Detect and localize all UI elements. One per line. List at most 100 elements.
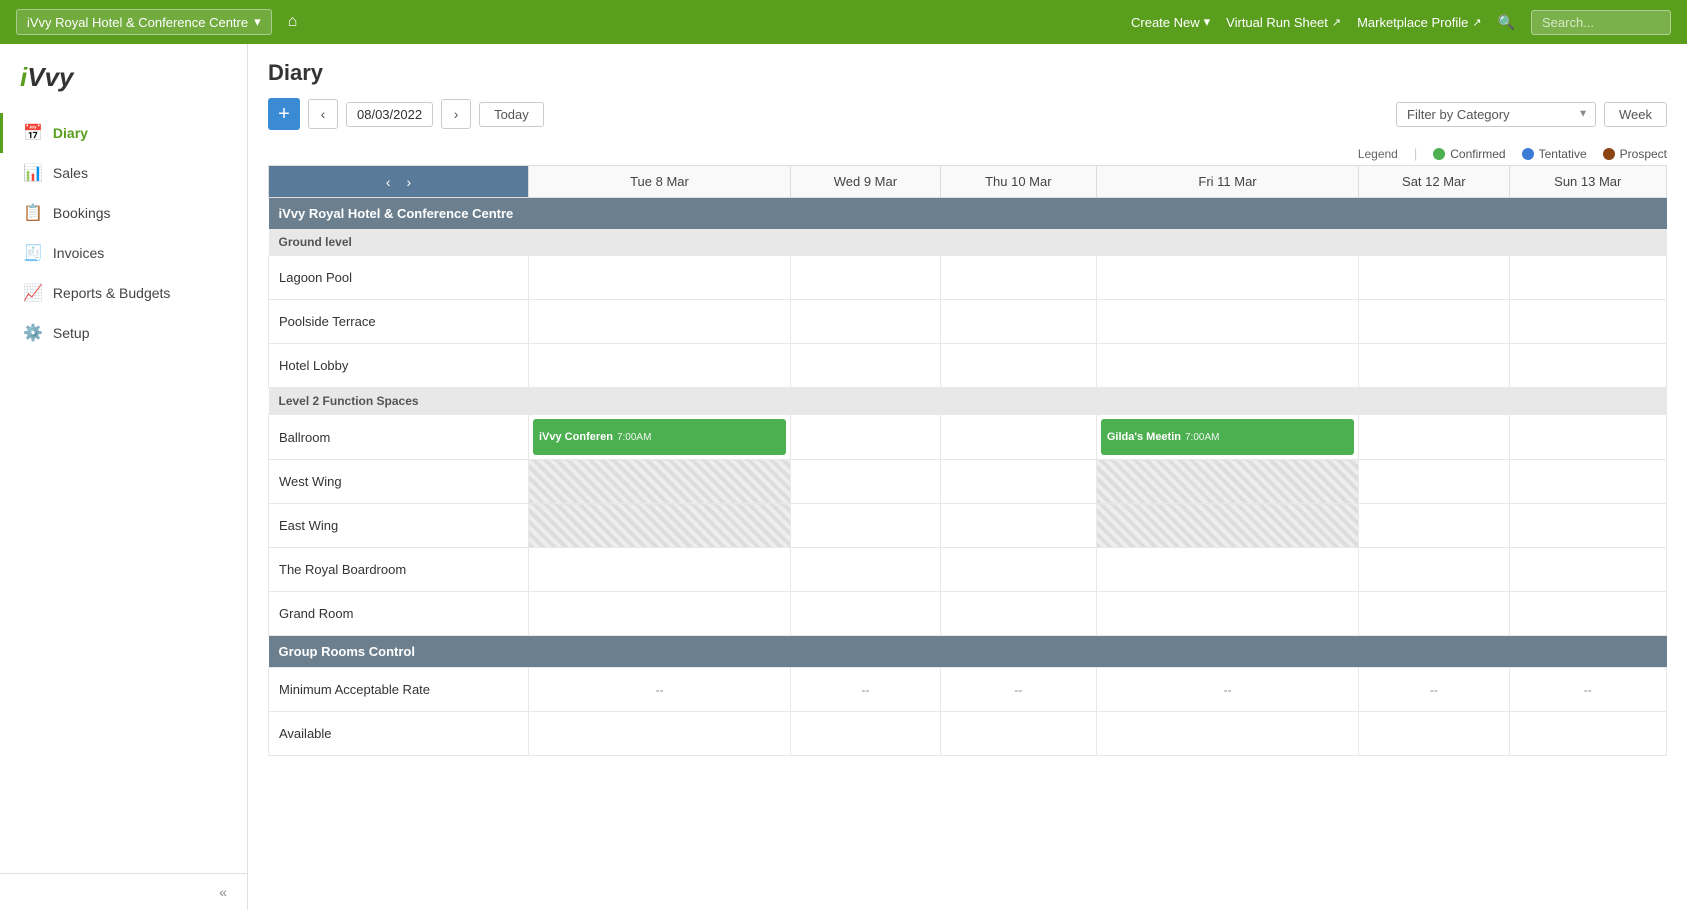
add-event-button[interactable]: + [268,98,300,130]
sidebar-item-bookings-label: Bookings [53,205,111,221]
sidebar-nav: 📅 Diary 📊 Sales 📋 Bookings 🧾 Invoices 📈 … [0,105,247,873]
next-week-button[interactable]: › [441,99,471,129]
group-rooms-section-label: Group Rooms Control [269,636,529,668]
min-rate-sun: -- [1509,668,1666,712]
west-wing-thu[interactable] [940,460,1096,504]
available-sun[interactable] [1509,712,1666,756]
west-wing-sat[interactable] [1359,460,1509,504]
boardroom-tue[interactable] [529,548,791,592]
today-button[interactable]: Today [479,102,544,127]
sidebar-item-sales-label: Sales [53,165,88,181]
diary-icon: 📅 [23,123,43,143]
hotel-lobby-tue[interactable] [529,344,791,388]
poolside-fri[interactable] [1096,300,1358,344]
room-name-west-wing: West Wing [269,460,529,504]
cal-prev-button[interactable]: ‹ [380,170,397,194]
boardroom-sun[interactable] [1509,548,1666,592]
ballroom-thu[interactable] [940,415,1096,460]
room-name-hotel-lobby: Hotel Lobby [269,344,529,388]
hotel-lobby-sat[interactable] [1359,344,1509,388]
room-name-grand-room: Grand Room [269,592,529,636]
sidebar-item-setup[interactable]: ⚙️ Setup [0,313,247,353]
main-layout: iVvy 📅 Diary 📊 Sales 📋 Bookings 🧾 Invoic… [0,44,1687,910]
grand-room-thu[interactable] [940,592,1096,636]
boardroom-thu[interactable] [940,548,1096,592]
poolside-sun[interactable] [1509,300,1666,344]
east-wing-sat[interactable] [1359,504,1509,548]
lagoon-pool-sat[interactable] [1359,256,1509,300]
search-input[interactable] [1531,10,1671,35]
lagoon-pool-wed[interactable] [790,256,940,300]
poolside-thu[interactable] [940,300,1096,344]
filter-category-select[interactable]: Filter by Category [1396,102,1596,127]
ballroom-fri[interactable]: Gilda's Meetin 7:00AM [1096,415,1358,460]
table-row: Lagoon Pool [269,256,1667,300]
available-fri[interactable] [1096,712,1358,756]
ballroom-wed[interactable] [790,415,940,460]
lagoon-pool-thu[interactable] [940,256,1096,300]
create-new-button[interactable]: Create New ▾ [1131,14,1210,30]
east-wing-fri [1096,504,1358,548]
ballroom-sat[interactable] [1359,415,1509,460]
prev-week-button[interactable]: ‹ [308,99,338,129]
available-tue[interactable] [529,712,791,756]
east-wing-thu[interactable] [940,504,1096,548]
table-row: Poolside Terrace [269,300,1667,344]
hotel-lobby-fri[interactable] [1096,344,1358,388]
grand-room-sat[interactable] [1359,592,1509,636]
grand-room-sun[interactable] [1509,592,1666,636]
nav-cell: ‹ › [269,166,529,198]
poolside-tue[interactable] [529,300,791,344]
grand-room-tue[interactable] [529,592,791,636]
lagoon-pool-tue[interactable] [529,256,791,300]
sidebar-item-diary[interactable]: 📅 Diary [0,113,247,153]
west-wing-sun[interactable] [1509,460,1666,504]
available-wed[interactable] [790,712,940,756]
table-row: Hotel Lobby [269,344,1667,388]
marketplace-profile-link[interactable]: Marketplace Profile ↗ [1357,15,1482,30]
available-sat[interactable] [1359,712,1509,756]
sidebar-item-sales[interactable]: 📊 Sales [0,153,247,193]
cal-next-button[interactable]: › [401,170,418,194]
virtual-run-sheet-link[interactable]: Virtual Run Sheet ↗ [1226,15,1341,30]
ballroom-sun[interactable] [1509,415,1666,460]
boardroom-wed[interactable] [790,548,940,592]
lagoon-pool-sun[interactable] [1509,256,1666,300]
room-name-available: Available [269,712,529,756]
ballroom-tue[interactable]: iVvy Conferen 7:00AM [529,415,791,460]
event-gildas-meeting[interactable]: Gilda's Meetin 7:00AM [1101,419,1354,455]
west-wing-wed[interactable] [790,460,940,504]
hotel-lobby-wed[interactable] [790,344,940,388]
min-rate-fri: -- [1096,668,1358,712]
home-icon[interactable]: ⌂ [288,13,298,31]
subsection-ground-level: Ground level [269,229,1667,256]
event-ivvy-conference[interactable]: iVvy Conferen 7:00AM [533,419,786,455]
boardroom-fri[interactable] [1096,548,1358,592]
grand-room-fri[interactable] [1096,592,1358,636]
lagoon-pool-fri[interactable] [1096,256,1358,300]
venue-selector[interactable]: iVvy Royal Hotel & Conference Centre ▾ [16,9,272,35]
subsection-level2: Level 2 Function Spaces [269,388,1667,415]
collapse-sidebar-button[interactable]: « [219,884,227,900]
table-row: West Wing [269,460,1667,504]
poolside-wed[interactable] [790,300,940,344]
hotel-lobby-sun[interactable] [1509,344,1666,388]
week-view-button[interactable]: Week [1604,102,1667,127]
room-name-royal-boardroom: The Royal Boardroom [269,548,529,592]
poolside-sat[interactable] [1359,300,1509,344]
external-link-icon: ↗ [1332,16,1341,29]
hotel-lobby-thu[interactable] [940,344,1096,388]
sidebar-item-invoices[interactable]: 🧾 Invoices [0,233,247,273]
table-row: East Wing [269,504,1667,548]
min-rate-wed: -- [790,668,940,712]
east-wing-wed[interactable] [790,504,940,548]
invoices-icon: 🧾 [23,243,43,263]
grand-room-wed[interactable] [790,592,940,636]
sidebar-item-bookings[interactable]: 📋 Bookings [0,193,247,233]
sidebar-item-reports[interactable]: 📈 Reports & Budgets [0,273,247,313]
diary-header: Diary + ‹ 08/03/2022 › Today Filter by C… [248,44,1687,140]
east-wing-sun[interactable] [1509,504,1666,548]
boardroom-sat[interactable] [1359,548,1509,592]
available-thu[interactable] [940,712,1096,756]
legend-tentative: Tentative [1522,147,1587,161]
